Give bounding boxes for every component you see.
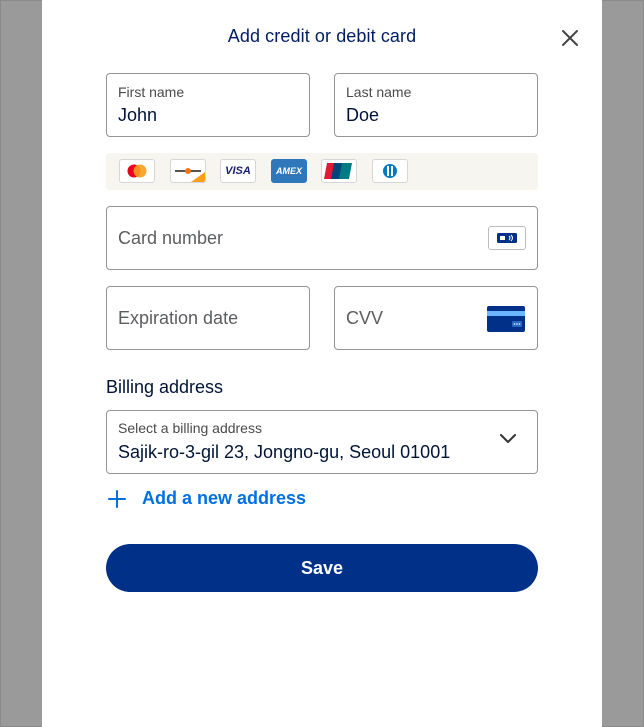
- expiration-date-field[interactable]: Expiration date: [106, 286, 310, 350]
- expiration-date-placeholder: Expiration date: [118, 308, 239, 328]
- first-name-value[interactable]: John: [118, 105, 157, 126]
- card-number-placeholder: Card number: [118, 228, 224, 248]
- chevron-down-icon: [500, 434, 516, 443]
- card-brands-strip: VISA AMEX: [106, 153, 538, 190]
- amex-icon: AMEX: [271, 159, 307, 183]
- unionpay-icon: [321, 159, 357, 183]
- diners-club-icon: [372, 159, 408, 183]
- last-name-label: Last name: [346, 84, 412, 100]
- billing-address-heading: Billing address: [106, 377, 224, 397]
- billing-address-selected-value: Sajik-ro-3-gil 23, Jongno-gu, Seoul 0100…: [118, 442, 451, 462]
- first-name-field[interactable]: First name John: [106, 73, 310, 137]
- last-name-value[interactable]: Doe: [346, 105, 379, 126]
- add-card-dialog: Add credit or debit card First name John…: [42, 0, 602, 727]
- add-new-address-label: Add a new address: [142, 488, 307, 508]
- cvv-field[interactable]: CVV: [334, 286, 538, 350]
- cvv-card-icon: [487, 306, 525, 332]
- billing-address-select-label: Select a billing address: [118, 420, 262, 436]
- card-number-field[interactable]: Card number: [106, 206, 538, 270]
- billing-address-select[interactable]: Select a billing address Sajik-ro-3-gil …: [106, 410, 538, 474]
- add-new-address-link[interactable]: Add a new address: [108, 488, 306, 509]
- plus-icon: [108, 489, 126, 508]
- close-button[interactable]: [557, 25, 583, 51]
- card-number-icon: [488, 226, 526, 250]
- mastercard-icon: [119, 159, 155, 183]
- cvv-placeholder: CVV: [346, 308, 384, 328]
- dialog-title: Add credit or debit card: [227, 26, 417, 46]
- last-name-field[interactable]: Last name Doe: [334, 73, 538, 137]
- first-name-label: First name: [118, 84, 185, 100]
- visa-icon: VISA: [220, 159, 256, 183]
- close-icon: [562, 30, 578, 46]
- save-button[interactable]: Save: [106, 544, 538, 592]
- discover-icon: [170, 159, 206, 183]
